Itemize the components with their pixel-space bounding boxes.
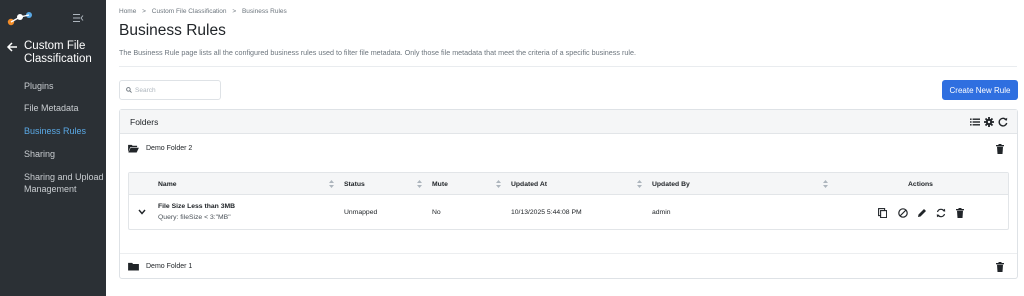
page-description: The Business Rule page lists all the con… <box>119 48 636 57</box>
column-header-name[interactable]: Name <box>158 181 177 188</box>
column-header-mute[interactable]: Mute <box>432 181 448 188</box>
rule-query: Query: fileSize < 3:"MB" <box>158 214 231 221</box>
folder-name: Demo Folder 2 <box>146 145 193 152</box>
folders-title: Folders <box>130 117 159 127</box>
folders-header: Folders <box>120 110 1017 134</box>
chevron-down-icon[interactable] <box>138 209 146 215</box>
collapse-sidebar-icon[interactable] <box>72 12 84 24</box>
delete-icon[interactable] <box>956 208 964 218</box>
sidebar: Custom File Classification Plugins File … <box>0 0 106 296</box>
delete-folder-icon[interactable] <box>996 144 1004 154</box>
edit-icon[interactable] <box>917 208 927 218</box>
column-header-status[interactable]: Status <box>344 181 365 188</box>
back-arrow-icon[interactable] <box>6 41 18 53</box>
refresh-icon[interactable] <box>998 117 1008 127</box>
list-icon[interactable] <box>970 117 980 127</box>
folder-row-demo-folder-1[interactable]: Demo Folder 1 <box>120 253 1017 279</box>
column-header-actions: Actions <box>908 181 933 188</box>
breadcrumb-current: Business Rules <box>241 8 287 15</box>
search-box <box>119 80 221 100</box>
sync-icon[interactable] <box>936 208 946 218</box>
breadcrumb-custom-file-classification[interactable]: Custom File Classification <box>152 8 227 15</box>
folders-card: Folders Demo Folder 2 Name Status Mute U… <box>119 109 1018 279</box>
mute-icon[interactable] <box>898 208 908 218</box>
breadcrumb-separator: > <box>232 8 237 15</box>
sidebar-item-sharing-upload-management[interactable]: Sharing and Upload Management <box>24 171 104 195</box>
rule-updated-by: admin <box>652 209 671 216</box>
sidebar-title: Custom File Classification <box>24 40 92 65</box>
breadcrumb-separator: > <box>142 8 146 15</box>
rule-mute: No <box>432 209 441 216</box>
folder-open-icon <box>128 144 139 153</box>
rule-updated-at: 10/13/2025 5:44:08 PM <box>511 209 582 216</box>
column-header-updated-by[interactable]: Updated By <box>652 181 690 188</box>
divider <box>119 66 1017 67</box>
breadcrumb: Home > Custom File Classification > Busi… <box>119 8 291 15</box>
folder-icon <box>128 262 139 271</box>
page-title: Business Rules <box>119 22 226 39</box>
rules-table: Name Status Mute Updated At Updated By A… <box>128 172 1009 230</box>
app-logo[interactable] <box>7 11 33 27</box>
gear-icon[interactable] <box>984 117 994 127</box>
sort-icon[interactable] <box>329 180 334 188</box>
rule-name: File Size Less than 3MB <box>158 203 236 210</box>
table-row: File Size Less than 3MB Query: fileSize … <box>129 195 1008 229</box>
sort-icon[interactable] <box>637 180 642 188</box>
copy-icon[interactable] <box>878 208 887 218</box>
sidebar-item-plugins[interactable]: Plugins <box>24 80 104 92</box>
sort-icon[interactable] <box>823 180 828 188</box>
breadcrumb-home[interactable]: Home <box>119 8 136 15</box>
create-new-rule-button[interactable]: Create New Rule <box>942 80 1018 100</box>
search-icon <box>126 87 132 93</box>
column-header-updated-at[interactable]: Updated At <box>511 181 547 188</box>
folder-row-demo-folder-2[interactable]: Demo Folder 2 <box>120 136 1017 162</box>
rule-status: Unmapped <box>344 209 378 216</box>
sort-icon[interactable] <box>417 180 422 188</box>
sidebar-item-sharing[interactable]: Sharing <box>24 148 104 160</box>
table-header: Name Status Mute Updated At Updated By A… <box>129 173 1008 195</box>
delete-folder-icon[interactable] <box>996 262 1004 272</box>
main-content: Home > Custom File Classification > Busi… <box>106 0 1024 296</box>
folder-name: Demo Folder 1 <box>146 263 193 270</box>
sidebar-item-business-rules[interactable]: Business Rules <box>24 125 104 137</box>
search-input[interactable] <box>135 84 217 96</box>
sort-icon[interactable] <box>496 180 501 188</box>
sidebar-item-file-metadata[interactable]: File Metadata <box>24 102 104 114</box>
